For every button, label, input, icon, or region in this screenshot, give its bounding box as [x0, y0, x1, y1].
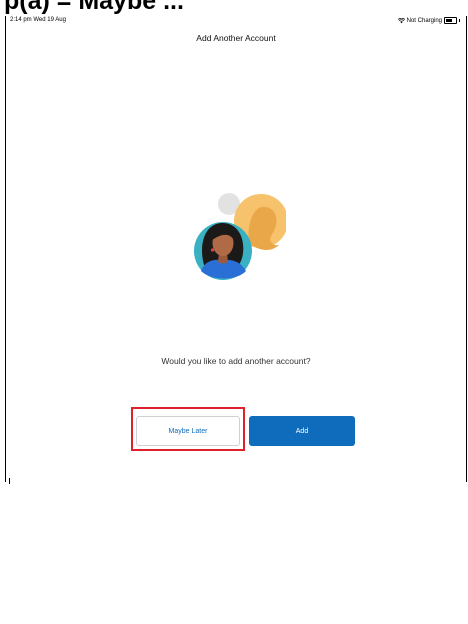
add-button[interactable]: Add [249, 416, 355, 446]
page-title: Add Another Account [196, 33, 276, 43]
battery-icon [444, 17, 457, 24]
status-network: Not Charging [406, 17, 442, 24]
wifi-icon [397, 17, 405, 23]
status-right: Not Charging [397, 17, 460, 24]
caption-text: p(a) = Maybe ... [4, 0, 184, 15]
highlight-box [131, 407, 245, 451]
status-bar: 2:14 pm Wed 19 Aug Not Charging [6, 16, 466, 26]
top-caption: p(a) = Maybe ... [0, 0, 468, 16]
frame-mark [9, 478, 10, 484]
accounts-illustration [194, 193, 286, 280]
battery-tip [459, 19, 460, 22]
add-account-question: Would you like to add another account? [161, 356, 311, 366]
device-screen: 2:14 pm Wed 19 Aug Not Charging Add Anot… [5, 16, 467, 482]
front-avatar-earring [210, 248, 215, 252]
status-time: 2:14 pm Wed 19 Aug [10, 17, 66, 23]
